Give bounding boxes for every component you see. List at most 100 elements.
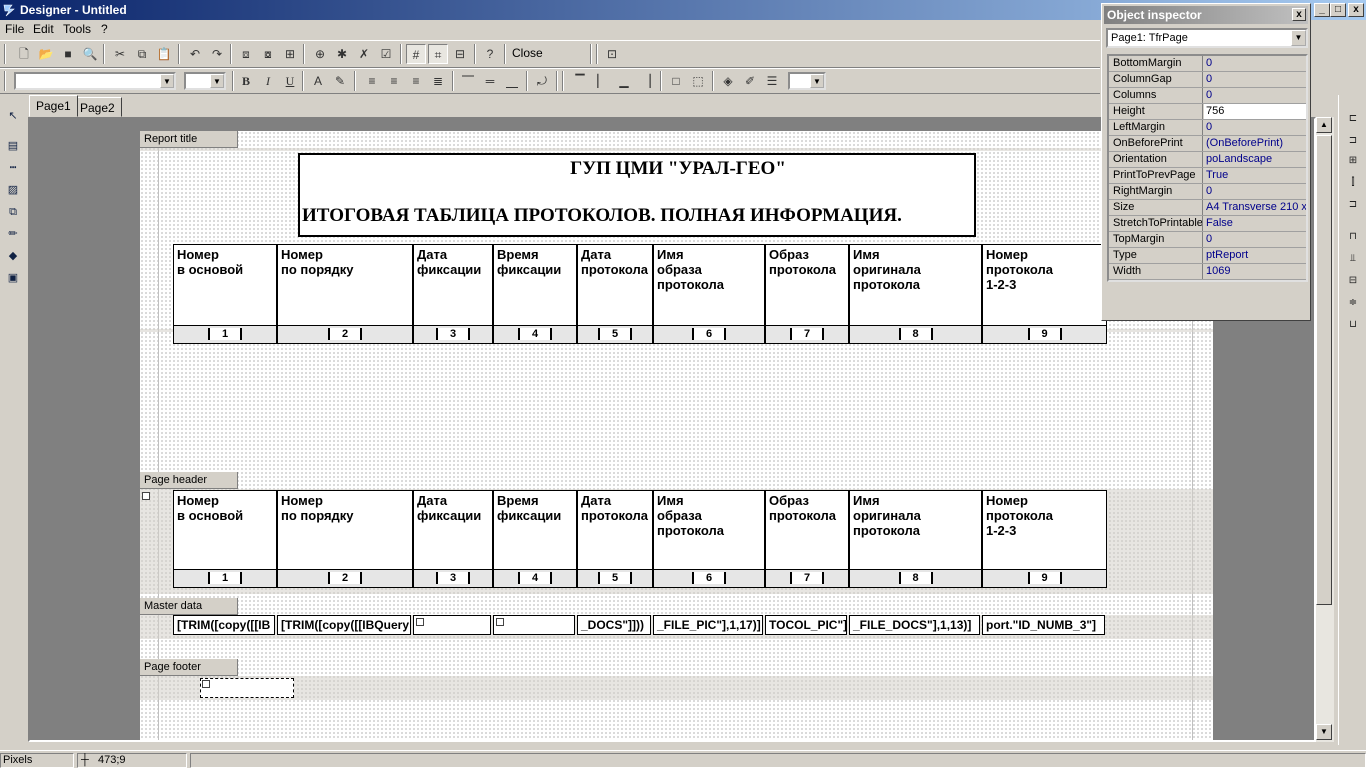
- inspector-close-button[interactable]: x: [1292, 8, 1306, 21]
- maximize-button[interactable]: □: [1330, 3, 1346, 17]
- align-h-centers-icon[interactable]: ⊐: [1344, 132, 1362, 150]
- master-data-cell[interactable]: [493, 615, 575, 635]
- report-page[interactable]: Report title ГУП ЦМИ "УРАЛ-ГЕО" ИТОГОВАЯ…: [140, 131, 1213, 740]
- property-value[interactable]: 0: [1204, 232, 1306, 247]
- property-value[interactable]: 0: [1204, 184, 1306, 199]
- title-header-cell[interactable]: Номер по порядку: [277, 244, 413, 326]
- insert-object-icon[interactable]: ✱: [332, 44, 352, 64]
- frame-style-icon[interactable]: ☰: [762, 71, 782, 91]
- group-icon[interactable]: ⊞: [280, 44, 300, 64]
- frame-width-combo[interactable]: ▼: [788, 72, 826, 90]
- object-inspector[interactable]: Object inspector x Page1: TfrPage ▼ Bott…: [1101, 3, 1311, 321]
- property-row[interactable]: Height 756: [1109, 104, 1306, 120]
- menu-file[interactable]: File: [5, 22, 24, 36]
- title-header-cell[interactable]: Номер протокола 1-2-3: [982, 244, 1107, 326]
- close-button[interactable]: Close: [512, 46, 543, 60]
- select-all-icon[interactable]: ☑: [376, 44, 396, 64]
- space-vertically-icon[interactable]: ≑: [1344, 294, 1362, 312]
- minimize-button[interactable]: _: [1314, 3, 1330, 17]
- page-header-cell[interactable]: Образ протокола: [765, 490, 849, 570]
- text-object-icon[interactable]: ▤: [4, 137, 22, 155]
- frame-bottom-icon[interactable]: ▁: [614, 71, 634, 91]
- property-value[interactable]: 0: [1204, 88, 1306, 103]
- font-color-icon[interactable]: A: [308, 71, 328, 91]
- menu-tools[interactable]: Tools: [63, 22, 91, 36]
- band-tool-icon[interactable]: ┅: [4, 159, 22, 177]
- title-header-cell[interactable]: Образ протокола: [765, 244, 849, 326]
- page-number-cell[interactable]: 2: [277, 570, 413, 588]
- title-number-cell[interactable]: 2: [277, 326, 413, 344]
- help-icon[interactable]: ?: [480, 44, 500, 64]
- master-data-cell[interactable]: [413, 615, 491, 635]
- align-top-edges-icon[interactable]: ⊓: [1344, 228, 1362, 246]
- title-header-cell[interactable]: Имя образа протокола: [653, 244, 765, 326]
- frame-color-icon[interactable]: ✐: [740, 71, 760, 91]
- valign-middle-icon[interactable]: ═: [480, 71, 500, 91]
- align-right-edges-icon[interactable]: ⊐: [1344, 196, 1362, 214]
- property-row[interactable]: BottomMargin 0: [1109, 56, 1306, 72]
- page-header-cell[interactable]: Имя оригинала протокола: [849, 490, 982, 570]
- title-number-cell[interactable]: 5: [577, 326, 653, 344]
- page-number-cell[interactable]: 5: [577, 570, 653, 588]
- property-row[interactable]: LeftMargin 0: [1109, 120, 1306, 136]
- space-horizontally-icon[interactable]: ⫿: [1344, 174, 1362, 192]
- italic-button[interactable]: I: [258, 71, 278, 91]
- align-left-icon[interactable]: ≡: [362, 71, 382, 91]
- property-value[interactable]: True: [1204, 168, 1306, 183]
- title-number-cell[interactable]: 7: [765, 326, 849, 344]
- title-header-cell[interactable]: Время фиксации: [493, 244, 577, 326]
- tab-page2[interactable]: Page2: [73, 97, 122, 117]
- title-header-cell[interactable]: Дата фиксации: [413, 244, 493, 326]
- delete-object-icon[interactable]: ✗: [354, 44, 374, 64]
- chevron-down-icon[interactable]: ▼: [1291, 30, 1306, 46]
- master-data-cell[interactable]: [TRIM([copy([[IBQuery: [277, 615, 411, 635]
- property-value[interactable]: 0: [1204, 72, 1306, 87]
- property-value[interactable]: ptReport: [1204, 248, 1306, 263]
- property-value[interactable]: 1069: [1204, 264, 1306, 279]
- valign-top-icon[interactable]: ⎺: [458, 71, 478, 91]
- property-value[interactable]: (OnBeforePrint): [1204, 136, 1306, 151]
- title-header-cell[interactable]: Номер в основой: [173, 244, 277, 326]
- title-header-cell[interactable]: Дата протокола: [577, 244, 653, 326]
- property-row[interactable]: PrintToPrevPage True: [1109, 168, 1306, 184]
- property-row[interactable]: Size A4 Transverse 210 x 2: [1109, 200, 1306, 216]
- shape-tool-icon[interactable]: ◆: [4, 247, 22, 265]
- menu-help[interactable]: ?: [101, 22, 108, 36]
- property-row[interactable]: OnBeforePrint (OnBeforePrint): [1109, 136, 1306, 152]
- property-value[interactable]: poLandscape: [1204, 152, 1306, 167]
- page-number-cell[interactable]: 6: [653, 570, 765, 588]
- title-number-cell[interactable]: 8: [849, 326, 982, 344]
- master-data-cell[interactable]: [TRIM([copy([[IB: [173, 615, 275, 635]
- master-data-cell[interactable]: TOCOL_PIC"]: [765, 615, 847, 635]
- scroll-up-icon[interactable]: ▲: [1316, 117, 1332, 133]
- page-number-cell[interactable]: 8: [849, 570, 982, 588]
- font-size-combo[interactable]: ▼: [184, 72, 226, 90]
- copy-icon[interactable]: ⧉: [132, 44, 152, 64]
- align-grid-icon[interactable]: ⌗: [428, 44, 448, 64]
- fit-grid-icon[interactable]: ⊟: [450, 44, 470, 64]
- open-folder-icon[interactable]: 📂: [36, 44, 56, 64]
- property-value[interactable]: 0: [1204, 120, 1306, 135]
- band-label-page-footer[interactable]: Page footer: [140, 659, 238, 676]
- footer-text-object[interactable]: [200, 678, 294, 698]
- title-number-cell[interactable]: 3: [413, 326, 493, 344]
- title-number-cell[interactable]: 6: [653, 326, 765, 344]
- bold-button[interactable]: B: [236, 71, 256, 91]
- rotate-text-icon[interactable]: ⤾: [532, 71, 552, 91]
- page-number-cell[interactable]: 7: [765, 570, 849, 588]
- master-data-cell[interactable]: port."ID_NUMB_3"]: [982, 615, 1105, 635]
- frame-right-icon[interactable]: ▕: [636, 71, 656, 91]
- property-row[interactable]: Width 1069: [1109, 264, 1306, 280]
- page-header-cell[interactable]: Номер в основой: [173, 490, 277, 570]
- object-inspector-icon[interactable]: ⊡: [602, 44, 622, 64]
- align-center-icon[interactable]: ≡: [384, 71, 404, 91]
- highlight-icon[interactable]: ✎: [330, 71, 350, 91]
- save-icon[interactable]: ■: [58, 44, 78, 64]
- page-header-cell[interactable]: Время фиксации: [493, 490, 577, 570]
- send-back-icon[interactable]: ⧇: [258, 44, 278, 64]
- redo-icon[interactable]: ↷: [207, 44, 227, 64]
- band-label-page-header[interactable]: Page header: [140, 472, 238, 489]
- property-row[interactable]: ColumnGap 0: [1109, 72, 1306, 88]
- bring-front-icon[interactable]: ⧈: [236, 44, 256, 64]
- master-data-cell[interactable]: _FILE_DOCS"],1,13)]: [849, 615, 980, 635]
